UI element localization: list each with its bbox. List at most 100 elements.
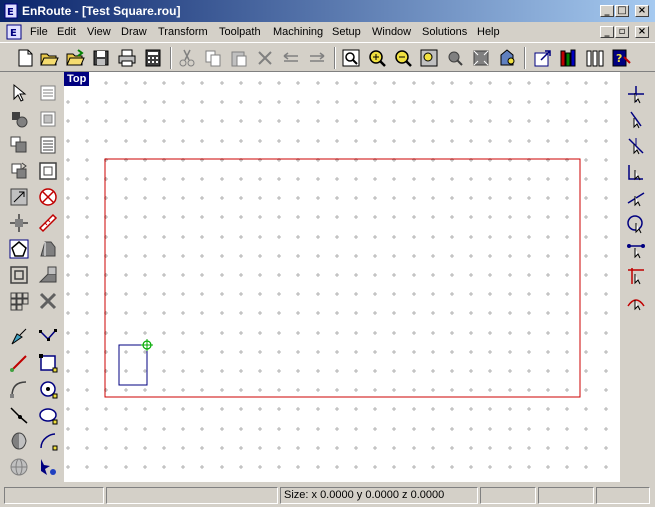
status-bar: Size: x 0.0000 y 0.0000 z 0.0000 (0, 485, 655, 507)
toolbar-separator (334, 47, 336, 69)
svg-text:E: E (7, 7, 14, 18)
line-draw-icon[interactable] (8, 352, 30, 374)
bezier-pen-icon[interactable] (8, 326, 30, 348)
snap-point-icon[interactable] (626, 84, 646, 104)
snap-intersect-icon[interactable] (626, 266, 646, 286)
doc-restore-button[interactable]: ▫ (615, 26, 629, 38)
menu-edit[interactable]: Edit (57, 26, 76, 38)
export-icon[interactable] (532, 47, 554, 69)
arc-tool-icon[interactable] (8, 378, 30, 400)
toolbar-separator (170, 47, 172, 69)
save-icon[interactable] (90, 47, 112, 69)
calculator-icon[interactable] (142, 47, 164, 69)
shape-fill-icon[interactable] (8, 430, 30, 452)
render-icon[interactable] (496, 47, 518, 69)
select-arrow-icon[interactable] (8, 82, 30, 104)
offset-icon[interactable] (8, 264, 30, 286)
cut-icon[interactable] (176, 47, 198, 69)
title-bar: E EnRoute - [Test Square.rou] _ □ × (0, 0, 655, 22)
new-file-icon[interactable] (14, 47, 36, 69)
move-icon[interactable] (8, 212, 30, 234)
curve-tool-icon[interactable] (37, 430, 59, 452)
menu-view[interactable]: View (87, 26, 111, 38)
open-file-icon[interactable] (38, 47, 60, 69)
main-toolbar: ? (0, 42, 655, 72)
columns-icon[interactable] (584, 47, 606, 69)
rotate-icon[interactable] (8, 160, 30, 182)
star-tool-icon[interactable] (37, 456, 59, 478)
snap-mid-icon[interactable] (626, 136, 646, 156)
scale-icon[interactable] (8, 186, 30, 208)
measure-icon[interactable] (37, 212, 59, 234)
drawing-grid (66, 81, 608, 469)
zoom-fit-icon[interactable] (418, 47, 440, 69)
menu-transform[interactable]: Transform (158, 26, 208, 38)
zoom-out-icon[interactable] (392, 47, 414, 69)
menu-toolpath[interactable]: Toolpath (219, 26, 261, 38)
minimize-button[interactable]: _ (600, 5, 614, 17)
zoom-pan-icon[interactable] (444, 47, 466, 69)
tools-icon[interactable] (37, 290, 59, 312)
menu-setup[interactable]: Setup (332, 26, 361, 38)
origin-marker-icon (141, 339, 153, 351)
align-icon[interactable] (37, 108, 59, 130)
view-label: Top (64, 72, 90, 86)
toolbar-separator (524, 47, 526, 69)
group-icon[interactable] (8, 134, 30, 156)
menu-file[interactable]: File (30, 26, 48, 38)
window-title: EnRoute - [Test Square.rou] (22, 4, 181, 18)
menu-help[interactable]: Help (477, 26, 500, 38)
snap-end-icon[interactable] (626, 110, 646, 130)
grid-marks (66, 81, 608, 469)
menu-draw[interactable]: Draw (121, 26, 147, 38)
menu-solutions[interactable]: Solutions (422, 26, 467, 38)
layers-icon[interactable] (37, 82, 59, 104)
snap-center-icon[interactable] (626, 214, 646, 234)
snap-nearest-icon[interactable] (626, 292, 646, 312)
snap-node-icon[interactable] (626, 240, 646, 260)
menu-window[interactable]: Window (372, 26, 411, 38)
redo-icon[interactable] (306, 47, 328, 69)
globe-tool-icon[interactable] (8, 456, 30, 478)
frame-icon[interactable] (37, 160, 59, 182)
zoom-in-icon[interactable] (366, 47, 388, 69)
segment-tool-icon[interactable] (8, 404, 30, 426)
polygon-icon[interactable] (8, 238, 30, 260)
material-boundary[interactable] (104, 158, 581, 398)
print-icon[interactable] (116, 47, 138, 69)
circle-tool-icon[interactable] (37, 378, 59, 400)
rectangle-tool-icon[interactable] (37, 352, 59, 374)
snap-tangent-icon[interactable] (626, 188, 646, 208)
close-button[interactable]: × (635, 5, 649, 17)
emboss-icon[interactable] (37, 238, 59, 260)
extrude-icon[interactable] (37, 264, 59, 286)
open-file-2-icon[interactable] (64, 47, 86, 69)
menu-machining[interactable]: Machining (273, 26, 323, 38)
menu-bar: E File Edit View Draw Transform Toolpath… (0, 22, 655, 42)
list-icon[interactable] (37, 134, 59, 156)
maximize-button[interactable]: □ (615, 5, 629, 17)
status-pane-2 (106, 487, 278, 504)
node-select-icon[interactable] (8, 108, 30, 130)
status-pane-1 (4, 487, 104, 504)
help-icon[interactable]: ? (610, 47, 632, 69)
zoom-extent-icon[interactable] (470, 47, 492, 69)
snap-perp-icon[interactable] (626, 162, 646, 182)
no-target-icon[interactable] (37, 186, 59, 208)
drawing-canvas[interactable]: Top (64, 72, 620, 482)
doc-minimize-button[interactable]: _ (600, 26, 614, 38)
delete-icon[interactable] (254, 47, 276, 69)
polyline-icon[interactable] (37, 326, 59, 348)
doc-close-button[interactable]: × (635, 26, 649, 38)
zoom-select-icon[interactable] (340, 47, 362, 69)
status-pane-4 (480, 487, 536, 504)
undo-icon[interactable] (280, 47, 302, 69)
svg-text:?: ? (616, 52, 622, 65)
paste-icon[interactable] (228, 47, 250, 69)
copy-icon[interactable] (202, 47, 224, 69)
document-icon[interactable]: E (6, 24, 22, 40)
test-square-shape[interactable] (118, 344, 148, 386)
array-icon[interactable] (8, 290, 30, 312)
library-icon[interactable] (558, 47, 580, 69)
ellipse-tool-icon[interactable] (37, 404, 59, 426)
